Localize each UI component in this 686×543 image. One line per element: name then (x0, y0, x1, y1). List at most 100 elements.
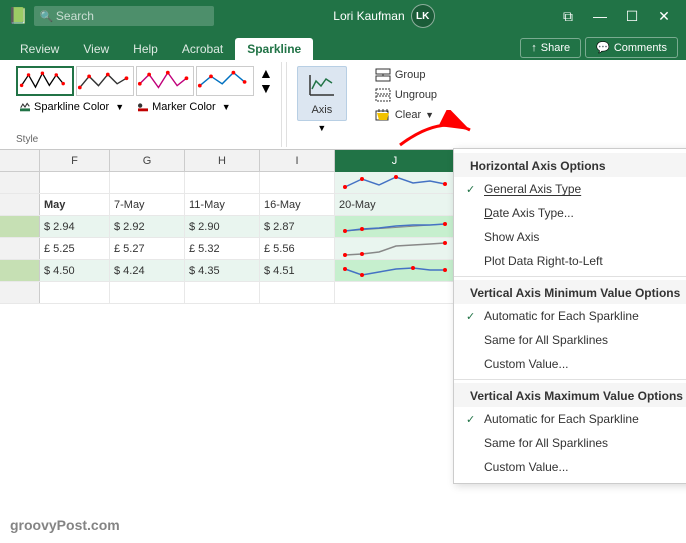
col-header-f[interactable]: F (40, 150, 110, 172)
style-swatch-4[interactable] (196, 66, 254, 96)
col-header-j[interactable]: J (335, 150, 455, 172)
date-axis-type-item[interactable]: Date Axis Type... Date Axis Type... (454, 201, 686, 225)
title-bar-controls: ⧉ — ☐ ✕ (554, 4, 678, 28)
avatar[interactable]: LK (411, 4, 435, 28)
scroll-up[interactable]: ▲ (259, 66, 273, 80)
cell-i2[interactable]: 16-May (260, 194, 335, 215)
h-axis-title: Horizontal Axis Options (454, 153, 686, 177)
cell-h2[interactable]: 11-May (185, 194, 260, 215)
share-button[interactable]: ↑Share (520, 38, 581, 58)
title-bar: 📗 🔍 Lori Kaufman LK ⧉ — ☐ ✕ (0, 0, 686, 32)
row-header (0, 194, 40, 215)
cell-f2[interactable]: May (40, 194, 110, 215)
cell-g3[interactable]: $ 2.92 (110, 216, 185, 237)
restore-button[interactable]: ⧉ (554, 4, 582, 28)
close-button[interactable]: ✕ (650, 4, 678, 28)
v-axis-min-title: Vertical Axis Minimum Value Options (454, 280, 686, 304)
row-header (0, 172, 40, 193)
custom-value-min-item[interactable]: Custom Value... (454, 352, 686, 376)
tab-view[interactable]: View (71, 38, 121, 60)
row-header (0, 216, 40, 237)
cell-j5[interactable] (335, 260, 455, 281)
marker-color-button[interactable]: Marker Color ▼ (134, 100, 235, 114)
scroll-down[interactable]: ▼ (259, 81, 273, 95)
plot-data-rtl-item[interactable]: Plot Data Right-to-Left (454, 249, 686, 273)
corner-cell (0, 150, 40, 171)
cell-g2[interactable]: 7-May (110, 194, 185, 215)
row-header (0, 238, 40, 259)
cell-f5[interactable]: $ 4.50 (40, 260, 110, 281)
cell-j3[interactable] (335, 216, 455, 237)
axis-section: Axis ▼ (286, 62, 357, 147)
tab-sparkline[interactable]: Sparkline (235, 38, 313, 60)
col-header-g[interactable]: G (110, 150, 185, 172)
title-bar-left: 📗 🔍 (8, 6, 214, 26)
style-swatch-3[interactable] (136, 66, 194, 96)
cell-empty[interactable] (40, 282, 110, 303)
maximize-button[interactable]: ☐ (618, 4, 646, 28)
axis-expand-icon[interactable]: ▼ (317, 123, 326, 133)
cell-h3[interactable]: $ 2.90 (185, 216, 260, 237)
axis-dropdown-menu: Horizontal Axis Options General Axis Typ… (453, 148, 686, 484)
row-header (0, 260, 40, 281)
cell-i3[interactable]: $ 2.87 (260, 216, 335, 237)
cell-j4[interactable] (335, 238, 455, 259)
tab-acrobat[interactable]: Acrobat (170, 38, 235, 60)
cell-empty[interactable] (110, 282, 185, 303)
username-label: Lori Kaufman (333, 9, 404, 23)
comments-button[interactable]: 💬Comments (585, 37, 678, 58)
menu-divider-1 (454, 276, 686, 277)
axis-icon (306, 71, 338, 104)
style-swatch-2[interactable] (76, 66, 134, 96)
cell-i1[interactable] (260, 172, 335, 193)
axis-button[interactable]: Axis (297, 66, 347, 121)
row-header (0, 282, 40, 303)
style-swatch-1[interactable] (16, 66, 74, 96)
custom-value-max-item[interactable]: Custom Value... (454, 455, 686, 479)
tab-help[interactable]: Help (121, 38, 170, 60)
ungroup-button[interactable]: Ungroup (369, 86, 443, 104)
marker-color-dropdown-icon: ▼ (222, 102, 231, 112)
cell-j1[interactable] (335, 172, 455, 193)
auto-each-sparkline-min-item[interactable]: Automatic for Each Sparkline (454, 304, 686, 328)
ribbon-tabs: Review View Help Acrobat Sparkline ↑Shar… (0, 32, 686, 60)
cell-j2[interactable]: 20-May (335, 194, 455, 215)
group-button[interactable]: Group (369, 66, 443, 84)
watermark: groovyPost.com (10, 517, 120, 533)
cell-g5[interactable]: $ 4.24 (110, 260, 185, 281)
same-all-sparklines-max-item[interactable]: Same for All Sparklines (454, 431, 686, 455)
ribbon: ▲ ▼ Sparkline Color ▼ Marker Color ▼ Sty… (0, 60, 686, 150)
cell-f1[interactable] (40, 172, 110, 193)
v-axis-max-title: Vertical Axis Maximum Value Options (454, 383, 686, 407)
cell-h4[interactable]: £ 5.32 (185, 238, 260, 259)
menu-divider-2 (454, 379, 686, 380)
cell-h5[interactable]: $ 4.35 (185, 260, 260, 281)
sparkline-color-dropdown-icon: ▼ (115, 102, 124, 112)
cell-h1[interactable] (185, 172, 260, 193)
cell-g4[interactable]: £ 5.27 (110, 238, 185, 259)
cell-empty[interactable] (260, 282, 335, 303)
title-bar-user: Lori Kaufman LK (333, 4, 434, 28)
style-section-label: Style (16, 130, 273, 145)
cell-g1[interactable] (110, 172, 185, 193)
search-icon: 🔍 (40, 10, 54, 23)
cell-f3[interactable]: $ 2.94 (40, 216, 110, 237)
cell-i4[interactable]: £ 5.56 (260, 238, 335, 259)
sparkline-color-icon (20, 102, 30, 112)
axis-label: Axis (311, 104, 332, 116)
search-input[interactable] (34, 6, 214, 26)
same-all-sparklines-min-item[interactable]: Same for All Sparklines (454, 328, 686, 352)
cell-empty[interactable] (335, 282, 455, 303)
general-axis-type-item[interactable]: General Axis Type (454, 177, 686, 201)
cell-i5[interactable]: $ 4.51 (260, 260, 335, 281)
show-axis-item[interactable]: Show Axis (454, 225, 686, 249)
cell-empty[interactable] (185, 282, 260, 303)
cell-f4[interactable]: £ 5.25 (40, 238, 110, 259)
auto-each-sparkline-max-item[interactable]: Automatic for Each Sparkline (454, 407, 686, 431)
tab-review[interactable]: Review (8, 38, 71, 60)
col-header-h[interactable]: H (185, 150, 260, 172)
marker-color-icon (138, 102, 148, 112)
col-header-i[interactable]: I (260, 150, 335, 172)
sparkline-color-button[interactable]: Sparkline Color ▼ (16, 100, 128, 114)
minimize-button[interactable]: — (586, 4, 614, 28)
